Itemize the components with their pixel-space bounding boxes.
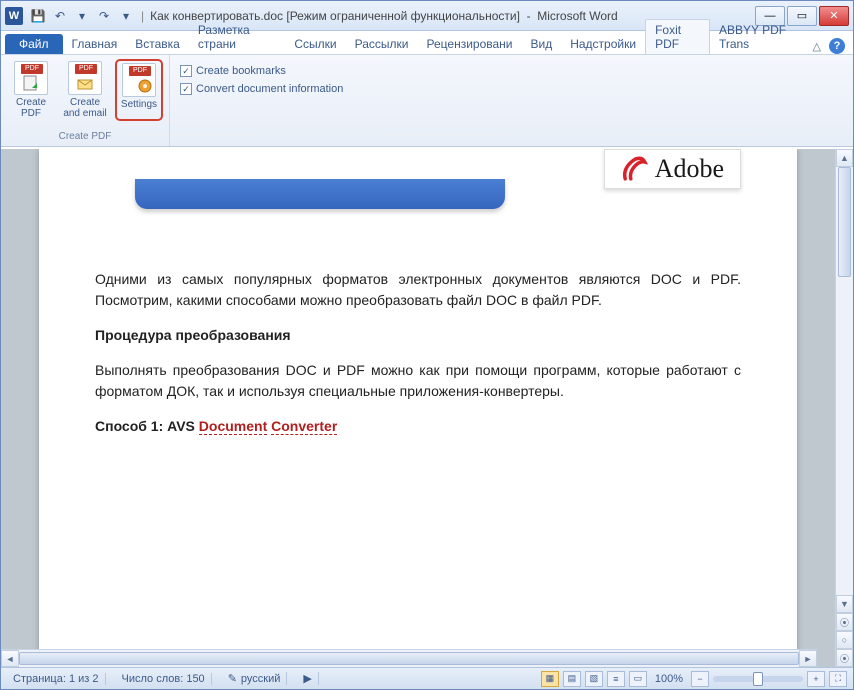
statusbar: Страница: 1 из 2 Число слов: 150 ✎ русск… [1, 667, 853, 689]
vertical-scrollbar[interactable]: ▲ ▼ ⦿ ○ ⦿ [835, 149, 853, 667]
ribbon: PDF CreatePDF PDF Createand email PDF [1, 55, 853, 147]
tab-abbyy-pdf[interactable]: ABBYY PDF Trans [710, 20, 813, 54]
document-body[interactable]: Одними из самых популярных форматов элек… [95, 269, 741, 437]
view-print-layout-icon[interactable]: ▦ [541, 671, 559, 687]
view-outline-icon[interactable]: ≡ [607, 671, 625, 687]
tab-references[interactable]: Ссылки [285, 34, 345, 54]
settings-icon: PDF [122, 63, 156, 97]
quick-access-toolbar: 💾 ↶ ▾ ↷ ▾ [29, 7, 135, 25]
fullscreen-icon[interactable]: ⛶ [829, 671, 847, 687]
save-icon[interactable]: 💾 [29, 7, 47, 25]
zoom-in-button[interactable]: + [807, 671, 825, 687]
create-pdf-icon: PDF [14, 61, 48, 95]
create-email-icon: PDF [68, 61, 102, 95]
minimize-ribbon-icon[interactable]: △ [813, 40, 821, 53]
status-language[interactable]: ✎ русский [222, 672, 288, 685]
heading-method-1[interactable]: Способ 1: AVS Document Converter [95, 416, 741, 437]
adobe-text: Adobe [655, 154, 724, 184]
undo-dropdown-icon[interactable]: ▾ [73, 7, 91, 25]
ribbon-group-label: Create PDF [7, 131, 163, 142]
scroll-left-icon[interactable]: ◄ [1, 650, 19, 667]
checkbox-convert-doc-info[interactable]: ✓ Convert document information [180, 83, 343, 95]
header-blue-bar [135, 179, 505, 209]
scroll-down-icon[interactable]: ▼ [836, 595, 853, 613]
redo-icon[interactable]: ↷ [95, 7, 113, 25]
ribbon-group-create-pdf: PDF CreatePDF PDF Createand email PDF [1, 55, 170, 146]
tab-mailings[interactable]: Рассылки [346, 34, 418, 54]
scroll-right-icon[interactable]: ► [799, 650, 817, 667]
status-macro[interactable]: ▶ [297, 672, 318, 685]
undo-icon[interactable]: ↶ [51, 7, 69, 25]
app-name: Microsoft Word [537, 9, 617, 23]
adobe-logo-box: Adobe [604, 149, 741, 189]
document-area: Adobe Одними из самых популярных формато… [1, 149, 853, 667]
qat-customize-icon[interactable]: ▾ [117, 7, 135, 25]
zoom-out-button[interactable]: − [691, 671, 709, 687]
heading-procedure[interactable]: Процедура преобразования [95, 325, 741, 346]
status-word-count[interactable]: Число слов: 150 [116, 673, 212, 685]
checkbox-create-bookmarks[interactable]: ✓ Create bookmarks [180, 65, 343, 77]
document-page[interactable]: Adobe Одними из самых популярных формато… [39, 149, 797, 667]
prev-page-icon[interactable]: ⦿ [836, 613, 853, 631]
word-app-icon: W [5, 7, 23, 25]
ribbon-tabbar: Файл Главная Вставка Разметка страни Ссы… [1, 31, 853, 55]
scroll-up-icon[interactable]: ▲ [836, 149, 853, 167]
view-fullscreen-icon[interactable]: ▤ [563, 671, 581, 687]
zoom-level[interactable]: 100% [655, 673, 683, 685]
vscroll-thumb[interactable] [838, 167, 851, 277]
create-and-email-button[interactable]: PDF Createand email [57, 59, 113, 121]
create-pdf-button[interactable]: PDF CreatePDF [7, 59, 55, 121]
vscroll-track[interactable] [836, 167, 853, 595]
view-web-icon[interactable]: ▧ [585, 671, 603, 687]
zoom-thumb[interactable] [753, 672, 763, 686]
next-page-icon[interactable]: ⦿ [836, 649, 853, 667]
help-icon[interactable]: ? [829, 38, 845, 54]
zoom-slider[interactable] [713, 676, 803, 682]
check-icon: ✓ [180, 65, 192, 77]
tab-view[interactable]: Вид [522, 34, 562, 54]
tab-foxit-pdf[interactable]: Foxit PDF [645, 19, 710, 54]
status-page[interactable]: Страница: 1 из 2 [7, 673, 106, 685]
settings-button[interactable]: PDF Settings [115, 59, 163, 121]
paragraph-1[interactable]: Одними из самых популярных форматов элек… [95, 269, 741, 311]
spellcheck-icon: ✎ [228, 672, 237, 685]
ribbon-group-options: ✓ Create bookmarks ✓ Convert document in… [170, 55, 353, 146]
tab-home[interactable]: Главная [63, 34, 127, 54]
tab-review[interactable]: Рецензировани [418, 34, 522, 54]
check-icon: ✓ [180, 83, 192, 95]
doc-mode: [Режим ограниченной функциональности] [286, 9, 520, 23]
hscroll-track[interactable] [19, 650, 799, 667]
close-button[interactable]: ✕ [819, 6, 849, 26]
tab-addins[interactable]: Надстройки [561, 34, 645, 54]
tab-insert[interactable]: Вставка [126, 34, 189, 54]
paragraph-2[interactable]: Выполнять преобразования DOC и PDF можно… [95, 360, 741, 402]
macro-icon: ▶ [303, 672, 311, 685]
tab-file[interactable]: Файл [5, 34, 63, 54]
adobe-a-icon [621, 155, 649, 183]
browse-object-icon[interactable]: ○ [836, 631, 853, 649]
view-draft-icon[interactable]: ▭ [629, 671, 647, 687]
hscroll-thumb[interactable] [19, 652, 799, 665]
tab-layout[interactable]: Разметка страни [189, 20, 286, 54]
horizontal-scrollbar[interactable]: ◄ ► [1, 649, 817, 667]
